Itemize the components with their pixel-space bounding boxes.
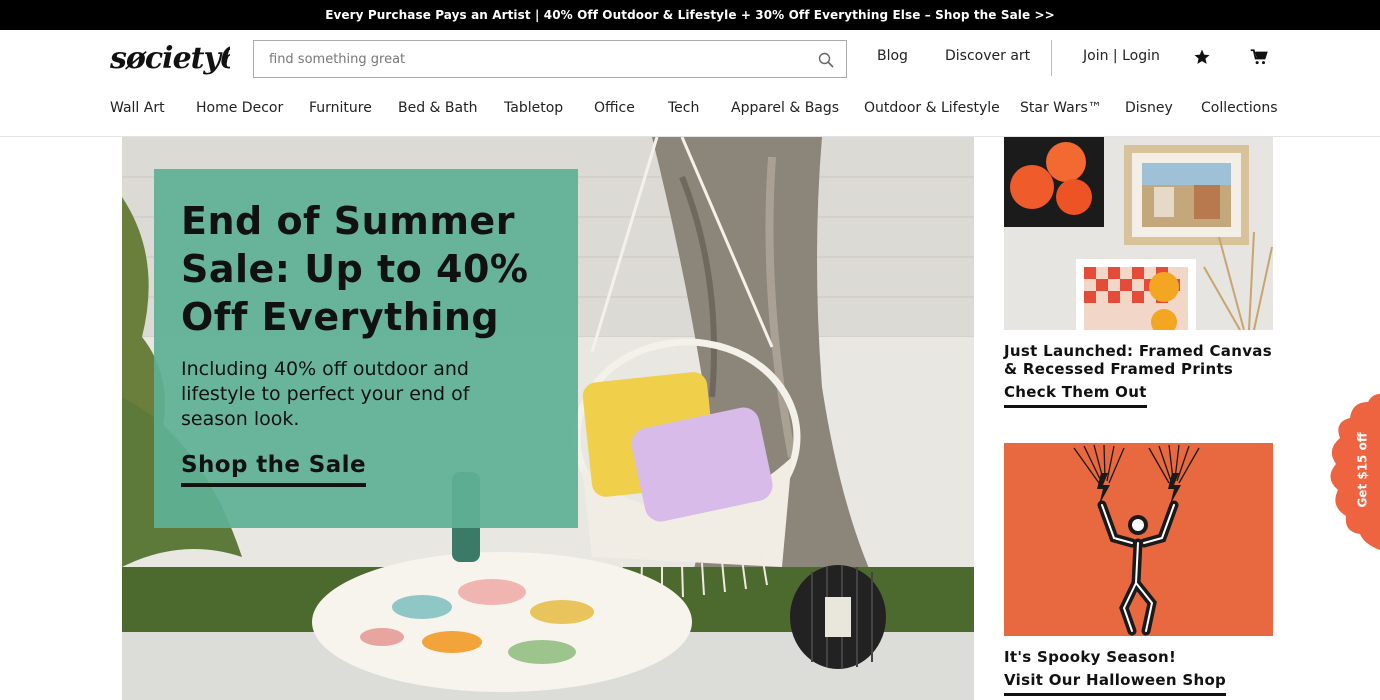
society6-logo[interactable]: søciety6 xyxy=(110,38,230,78)
nav-item-office[interactable]: Office xyxy=(594,100,635,116)
join-login-link[interactable]: Join | Login xyxy=(1083,48,1160,64)
nav-item-home-decor[interactable]: Home Decor xyxy=(196,100,283,116)
card-title-spooky-season: It's Spooky Season! xyxy=(1004,648,1177,666)
nav-item-outdoor-lifestyle[interactable]: Outdoor & Lifestyle xyxy=(864,100,1000,116)
search-input[interactable] xyxy=(254,41,846,77)
promo-banner[interactable]: Every Purchase Pays an Artist | 40% Off … xyxy=(0,0,1380,30)
nav-item-apparel-bags[interactable]: Apparel & Bags xyxy=(731,100,839,116)
search-icon[interactable] xyxy=(818,52,834,68)
shop-the-sale-link[interactable]: Shop the Sale xyxy=(181,452,366,487)
nav-item-wall-art[interactable]: Wall Art xyxy=(110,100,165,116)
blog-link[interactable]: Blog xyxy=(877,48,908,64)
check-them-out-link[interactable]: Check Them Out xyxy=(1004,383,1147,408)
halloween-image[interactable] xyxy=(1004,443,1273,636)
framed-prints-image[interactable] xyxy=(1004,137,1273,330)
category-nav: Wall Art Home Decor Furniture Bed & Bath… xyxy=(0,100,1380,120)
hero-banner[interactable]: End of Summer Sale: Up to 40% Off Everyt… xyxy=(122,137,974,700)
nav-item-disney[interactable]: Disney xyxy=(1125,100,1173,116)
nav-item-tabletop[interactable]: Tabletop xyxy=(504,100,563,116)
promo-text: Every Purchase Pays an Artist | 40% Off … xyxy=(325,8,1055,22)
nav-item-bed-bath[interactable]: Bed & Bath xyxy=(398,100,477,116)
coupon-text: Get $15 off xyxy=(1356,432,1370,508)
nav-item-tech[interactable]: Tech xyxy=(668,100,699,116)
nav-item-star-wars[interactable]: Star Wars™ xyxy=(1020,100,1102,116)
card-title-framed-prints: Just Launched: Framed Canvas & Recessed … xyxy=(1004,342,1272,378)
search-box[interactable] xyxy=(253,40,847,78)
star-icon[interactable] xyxy=(1193,48,1211,66)
discover-art-link[interactable]: Discover art xyxy=(945,48,1030,64)
logo-text: søciety6 xyxy=(110,41,230,76)
cart-icon[interactable] xyxy=(1250,48,1268,66)
hero-title: End of Summer Sale: Up to 40% Off Everyt… xyxy=(181,199,529,339)
hero-promo-panel: End of Summer Sale: Up to 40% Off Everyt… xyxy=(154,169,578,528)
nav-item-collections[interactable]: Collections xyxy=(1201,100,1278,116)
halloween-shop-link[interactable]: Visit Our Halloween Shop xyxy=(1004,671,1227,696)
coupon-label[interactable]: Get $15 off xyxy=(1346,415,1380,525)
nav-item-furniture[interactable]: Furniture xyxy=(309,100,372,116)
hero-subtitle: Including 40% off outdoor and lifestyle … xyxy=(181,358,470,430)
header-divider xyxy=(1051,40,1052,76)
